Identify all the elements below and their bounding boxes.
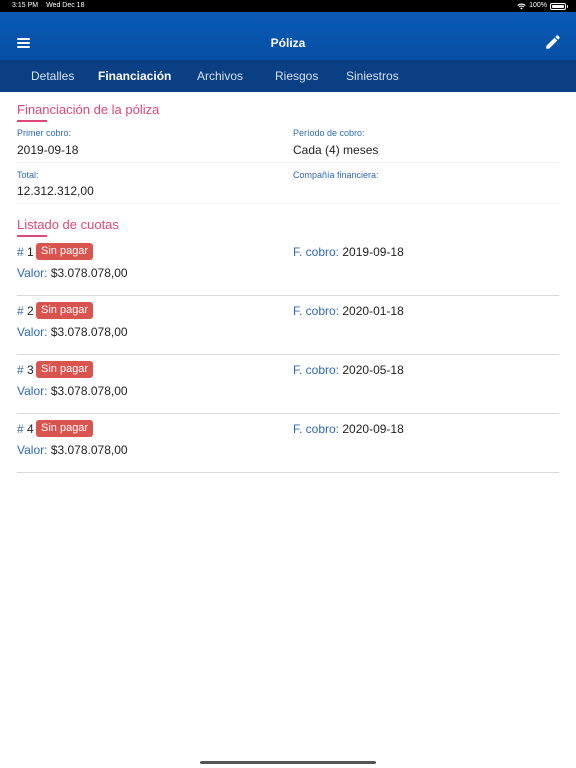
- installment-value: Valor: $3.078.078,00: [17, 384, 128, 398]
- date-value: 2019-09-18: [342, 245, 404, 259]
- status-badge: Sin pagar: [36, 361, 94, 378]
- installment-number: # 4: [17, 422, 34, 436]
- date-value: 2020-09-18: [342, 422, 404, 436]
- value-label: Valor:: [17, 325, 48, 339]
- value-label: Valor:: [17, 384, 48, 398]
- installment-value: Valor: $3.078.078,00: [17, 266, 128, 280]
- installment-number: # 2: [17, 304, 34, 318]
- installment-number-value: 4: [27, 422, 34, 436]
- hash-sign: #: [17, 363, 24, 377]
- total-value: 12.312.312,00: [17, 184, 94, 198]
- status-badge: Sin pagar: [36, 302, 94, 319]
- app-screen: 3:15 PM Wed Dec 18 100% Póliza Detalles F…: [0, 0, 576, 768]
- date-label: F. cobro:: [293, 245, 340, 259]
- financing-content: Financiación de la póliza Primer cobro: …: [10, 92, 566, 756]
- tab-siniestros[interactable]: Siniestros: [346, 60, 399, 92]
- status-badge: Sin pagar: [36, 420, 94, 437]
- installment-number-value: 3: [27, 363, 34, 377]
- hash-sign: #: [17, 304, 24, 318]
- installment-number-value: 1: [27, 245, 34, 259]
- installment-row[interactable]: # 2 Sin pagar Valor: $3.078.078,00 F. co…: [17, 296, 559, 355]
- wifi-icon: [517, 3, 526, 10]
- first-charge-label: Primer cobro:: [17, 128, 72, 138]
- value-amount: $3.078.078,00: [50, 266, 128, 280]
- tab-financiacion[interactable]: Financiación: [98, 60, 171, 92]
- total-label: Total:: [17, 170, 39, 180]
- first-charge-value: 2019-09-18: [17, 143, 79, 157]
- installment-value: Valor: $3.078.078,00: [17, 325, 128, 339]
- installment-row[interactable]: # 3 Sin pagar Valor: $3.078.078,00 F. co…: [17, 355, 559, 414]
- value-label: Valor:: [17, 266, 48, 280]
- installment-number-value: 2: [27, 304, 34, 318]
- tab-riesgos[interactable]: Riesgos: [275, 60, 318, 92]
- installment-number: # 1: [17, 245, 34, 259]
- installment-number: # 3: [17, 363, 34, 377]
- value-amount: $3.078.078,00: [50, 325, 128, 339]
- battery-percent: 100%: [529, 2, 547, 9]
- tab-archivos[interactable]: Archivos: [197, 60, 243, 92]
- date-label: F. cobro:: [293, 422, 340, 436]
- tab-bar: Detalles Financiación Archivos Riesgos S…: [0, 60, 576, 92]
- hash-sign: #: [17, 422, 24, 436]
- value-amount: $3.078.078,00: [50, 384, 128, 398]
- period-value: Cada (4) meses: [293, 143, 379, 157]
- company-label: Compañía financiera:: [293, 170, 379, 180]
- battery-icon: [550, 2, 568, 10]
- value-amount: $3.078.078,00: [50, 443, 128, 457]
- date-value: 2020-05-18: [342, 363, 404, 377]
- date-value: 2020-01-18: [342, 304, 404, 318]
- section-underline: [17, 120, 47, 122]
- installment-value: Valor: $3.078.078,00: [17, 443, 128, 457]
- status-date: Wed Dec 18: [46, 2, 85, 9]
- installment-row[interactable]: # 1 Sin pagar Valor: $3.078.078,00 F. co…: [17, 237, 559, 296]
- page-title: Póliza: [270, 36, 306, 50]
- pencil-icon[interactable]: [544, 33, 562, 51]
- divider: [17, 203, 559, 204]
- status-time-date: 3:15 PM Wed Dec 18: [12, 0, 84, 12]
- installment-date: F. cobro: 2020-01-18: [293, 304, 404, 318]
- divider: [17, 162, 559, 163]
- hash-sign: #: [17, 245, 24, 259]
- installment-date: F. cobro: 2020-09-18: [293, 422, 404, 436]
- date-label: F. cobro:: [293, 363, 340, 377]
- installment-date: F. cobro: 2020-05-18: [293, 363, 404, 377]
- value-label: Valor:: [17, 443, 48, 457]
- installment-row[interactable]: # 4 Sin pagar Valor: $3.078.078,00 F. co…: [17, 414, 559, 473]
- installments-section-title: Listado de cuotas: [17, 217, 119, 232]
- home-indicator[interactable]: [200, 761, 376, 764]
- installment-date: F. cobro: 2019-09-18: [293, 245, 404, 259]
- status-bar: 3:15 PM Wed Dec 18 100%: [0, 0, 576, 12]
- status-time: 3:15 PM: [12, 2, 39, 9]
- nav-bar: Póliza: [0, 12, 576, 60]
- date-label: F. cobro:: [293, 304, 340, 318]
- period-label: Período de cobro:: [293, 128, 365, 138]
- battery-fill: [552, 4, 564, 8]
- tab-detalles[interactable]: Detalles: [31, 60, 74, 92]
- financing-section-title: Financiación de la póliza: [17, 102, 160, 117]
- status-indicators: 100%: [517, 0, 568, 12]
- status-badge: Sin pagar: [36, 243, 94, 260]
